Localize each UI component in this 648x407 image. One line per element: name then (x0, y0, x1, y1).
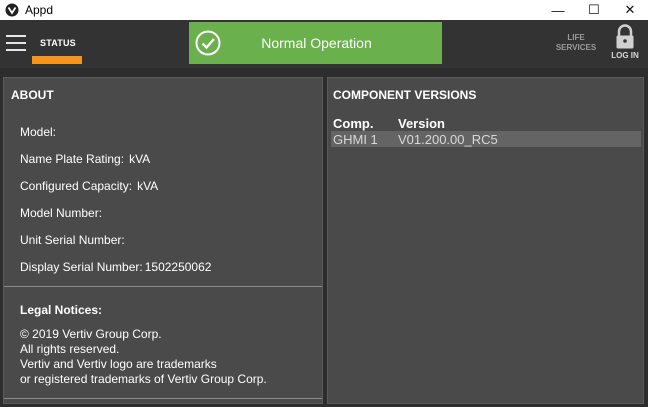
legal-line: or registered trademarks of Vertiv Group… (20, 372, 267, 386)
column-header-comp: Comp. (333, 116, 374, 131)
about-row-name-plate-rating: Name Plate Rating: kVA (20, 152, 150, 166)
about-row-display-serial-number: Display Serial Number: 1502250062 (20, 260, 211, 274)
check-circle-icon (195, 30, 221, 56)
life-services-button[interactable]: LIFE SERVICES (554, 33, 598, 53)
legal-line: Vertiv and Vertiv logo are trademarks (20, 357, 217, 371)
operation-status-text: Normal Operation (261, 35, 372, 51)
about-label: Model: (20, 125, 57, 139)
about-label: Model Number: (20, 206, 103, 220)
divider (4, 398, 322, 399)
about-title: ABOUT (11, 88, 54, 102)
legal-line: © 2019 Vertiv Group Corp. (20, 327, 162, 341)
about-value: kVA (137, 179, 159, 193)
login-button[interactable]: LOG IN (606, 24, 644, 64)
about-label: Display Serial Number: (20, 260, 143, 274)
about-label: Unit Serial Number: (20, 233, 125, 247)
about-value: kVA (129, 152, 151, 166)
legal-line: All rights reserved. (20, 342, 120, 356)
about-row-model-number: Model Number: (20, 206, 107, 220)
window-title: Appd (25, 3, 54, 17)
maximize-button[interactable]: ☐ (576, 0, 612, 20)
close-button[interactable]: ✕ (612, 0, 648, 20)
divider (4, 286, 322, 287)
title-bar: Appd — ☐ ✕ (0, 0, 648, 20)
tab-status-indicator (32, 56, 82, 64)
about-panel: ABOUT Model: Name Plate Rating: kVA Confi… (3, 77, 323, 404)
lock-icon (616, 24, 634, 49)
legal-notices-title: Legal Notices: (20, 303, 103, 317)
about-row-model: Model: (20, 125, 61, 139)
login-label: LOG IN (611, 51, 639, 60)
column-header-version: Version (398, 116, 445, 131)
cell-version: V01.200.00_RC5 (398, 132, 498, 147)
table-row[interactable]: GHMI 1 V01.200.00_RC5 (331, 131, 641, 147)
app-icon (5, 3, 19, 17)
life-services-label-line2: SERVICES (555, 43, 597, 52)
component-versions-title: COMPONENT VERSIONS (333, 88, 477, 102)
about-row-configured-capacity: Configured Capacity: kVA (20, 179, 158, 193)
about-label: Name Plate Rating: (20, 152, 125, 166)
about-label: Configured Capacity: (20, 179, 133, 193)
tab-status-label: STATUS (40, 38, 76, 48)
tab-status[interactable]: STATUS (32, 20, 82, 68)
app-header: STATUS Normal Operation LIFE SERVICES LO… (0, 20, 648, 68)
cell-comp: GHMI 1 (333, 132, 378, 147)
minimize-button[interactable]: — (540, 0, 576, 20)
menu-icon[interactable] (6, 35, 26, 51)
component-versions-panel: COMPONENT VERSIONS Comp. Version GHMI 1 … (327, 77, 644, 404)
operation-status-banner: Normal Operation (189, 22, 442, 64)
about-value: 1502250062 (144, 260, 212, 274)
about-row-unit-serial-number: Unit Serial Number: (20, 233, 130, 247)
life-services-label-line1: LIFE (567, 33, 585, 42)
